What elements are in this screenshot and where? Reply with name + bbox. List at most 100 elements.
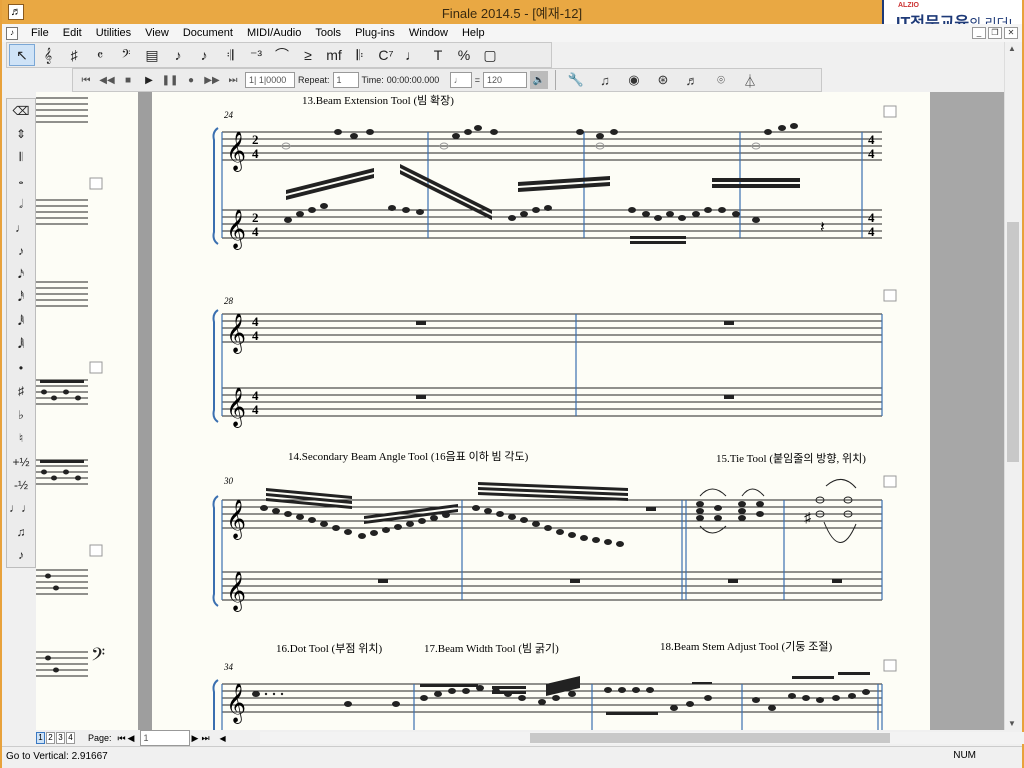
- expression-tool-icon[interactable]: mf: [321, 44, 347, 66]
- quarter-note-icon[interactable]: ♩: [7, 216, 35, 239]
- articulation-tool-icon[interactable]: ≥: [295, 44, 321, 66]
- wrench-icon[interactable]: 🔧: [563, 70, 589, 90]
- lock-icon[interactable]: [883, 105, 897, 118]
- simple-entry-tool-icon[interactable]: ♪: [165, 44, 191, 66]
- speaker-icon[interactable]: 🔈: [529, 71, 548, 89]
- scroll-down-icon[interactable]: ▼: [1008, 719, 1016, 728]
- close-icon[interactable]: ✕: [1004, 27, 1018, 39]
- menu-document[interactable]: Document: [176, 27, 240, 39]
- resize-tool-icon[interactable]: %: [451, 44, 477, 66]
- restore-icon[interactable]: ❐: [988, 27, 1002, 39]
- first-page-icon[interactable]: ⏮: [118, 733, 128, 744]
- time-signature-top: 4: [868, 132, 875, 147]
- tempo-note-select[interactable]: ♩: [449, 72, 472, 88]
- chord-tool-icon[interactable]: C⁷: [373, 44, 399, 66]
- repeat-tool-icon[interactable]: 𝄆: [347, 44, 373, 66]
- lock-icon[interactable]: [883, 475, 897, 488]
- dot-icon[interactable]: •: [7, 356, 35, 379]
- beam-icon[interactable]: ♫: [7, 520, 35, 543]
- text-tool-icon[interactable]: T: [425, 44, 451, 66]
- title-bar[interactable]: ♬ Finale 2014.5 - [예재-12]: [2, 0, 1022, 24]
- mixer-icon[interactable]: ◉: [621, 70, 647, 90]
- measure-tool-icon[interactable]: ▤: [139, 44, 165, 66]
- finale-app-icon[interactable]: ♬: [8, 4, 24, 20]
- studio-icon[interactable]: ⊛: [650, 70, 676, 90]
- scroll-up-icon[interactable]: ▲: [1008, 44, 1016, 53]
- sixteenth-note-icon[interactable]: 𝅘𝅥𝅯: [7, 263, 35, 286]
- lock-icon[interactable]: [883, 289, 897, 302]
- beam-icon[interactable]: ♬: [679, 70, 705, 90]
- tuplet-tool-icon[interactable]: ⁻³: [243, 44, 269, 66]
- menu-file[interactable]: File: [24, 27, 56, 39]
- staff-tool-icon[interactable]: 𝄞: [35, 44, 61, 66]
- vertical-scrollbar[interactable]: ▲ ▼: [1004, 42, 1020, 730]
- half-step-up-icon[interactable]: +½: [7, 450, 35, 473]
- score-document-area[interactable]: 𝄢 13.Beam Extension Tool (빔 확장) 24 𝄞 𝄞 2…: [36, 92, 1004, 730]
- menu-plug-ins[interactable]: Plug-ins: [348, 27, 402, 39]
- rewind-start-icon[interactable]: ⏮: [77, 71, 95, 89]
- half-step-down-icon[interactable]: -½: [7, 473, 35, 496]
- horizontal-scroll-thumb[interactable]: [530, 733, 890, 743]
- menu-help[interactable]: Help: [455, 27, 492, 39]
- selection-tool-icon[interactable]: ↖: [9, 44, 35, 66]
- menu-window[interactable]: Window: [402, 27, 455, 39]
- score-canvas[interactable]: 13.Beam Extension Tool (빔 확장) 24 𝄞 𝄞 2 4…: [152, 92, 930, 730]
- tie-icon[interactable]: ♩♩: [7, 497, 35, 520]
- speedy-entry-tool-icon[interactable]: ♪: [191, 44, 217, 66]
- key-signature-tool-icon[interactable]: ♯: [61, 44, 87, 66]
- play-icon[interactable]: ▶: [140, 71, 158, 89]
- menu-midi-audio[interactable]: MIDI/Audio: [240, 27, 308, 39]
- flat-icon[interactable]: ♭: [7, 403, 35, 426]
- tablet-icon[interactable]: 𝄃: [7, 146, 35, 169]
- page-layout-tool-icon[interactable]: ▢: [477, 44, 503, 66]
- measure-number-28: 28: [224, 296, 234, 306]
- forward-end-icon[interactable]: ⏭: [224, 71, 242, 89]
- measure-counter[interactable]: 1| 1|0000: [245, 72, 295, 88]
- page-number-input[interactable]: 1: [139, 730, 190, 746]
- page-tab[interactable]: 2: [46, 732, 55, 744]
- pause-icon[interactable]: ❚❚: [161, 71, 179, 89]
- metronome-icon[interactable]: ⏃: [737, 70, 763, 90]
- vertical-scroll-thumb[interactable]: [1007, 222, 1019, 462]
- tempo-input[interactable]: 120: [482, 72, 527, 88]
- eraser-icon[interactable]: ⌫: [7, 99, 35, 122]
- next-page-icon[interactable]: ▶: [192, 733, 202, 744]
- natural-icon[interactable]: ♮: [7, 426, 35, 449]
- score-page[interactable]: 13.Beam Extension Tool (빔 확장) 24 𝄞 𝄞 2 4…: [152, 92, 930, 730]
- eighth-note-icon[interactable]: ♪: [7, 239, 35, 262]
- stop-icon[interactable]: ■: [119, 71, 137, 89]
- rewind-icon[interactable]: ◀◀: [98, 71, 116, 89]
- up-down-icon[interactable]: ⇕: [7, 122, 35, 145]
- menu-edit[interactable]: Edit: [56, 27, 89, 39]
- minimize-icon[interactable]: _: [972, 27, 986, 39]
- half-note-icon[interactable]: 𝅗𝅥: [7, 193, 35, 216]
- menu-utilities[interactable]: Utilities: [89, 27, 138, 39]
- page-tab[interactable]: 3: [56, 732, 65, 744]
- lock-icon[interactable]: [883, 659, 897, 672]
- clef-tool-icon[interactable]: 𝄢: [113, 44, 139, 66]
- prev-page-icon[interactable]: ◀: [128, 733, 138, 744]
- repeat-select[interactable]: 1: [332, 72, 359, 88]
- time-signature-tool-icon[interactable]: 𝄴: [87, 44, 113, 66]
- 128th-note-icon[interactable]: 𝅘𝅥𝅲: [7, 333, 35, 356]
- hyperscribe-tool-icon[interactable]: 𝄇: [217, 44, 243, 66]
- lyrics-tool-icon[interactable]: ♩: [399, 44, 425, 66]
- notes-icon[interactable]: ♫: [592, 70, 618, 90]
- horizontal-scrollbar[interactable]: [260, 732, 1024, 744]
- 64th-note-icon[interactable]: 𝅘𝅥𝅱: [7, 310, 35, 333]
- page-tab[interactable]: 1: [36, 732, 45, 744]
- grace-note-icon[interactable]: ♪: [7, 543, 35, 566]
- fast-forward-icon[interactable]: ▶▶: [203, 71, 221, 89]
- 32nd-note-icon[interactable]: 𝅘𝅥𝅰: [7, 286, 35, 309]
- sharp-icon[interactable]: ♯: [7, 380, 35, 403]
- page-tab[interactable]: 4: [66, 732, 75, 744]
- whole-note-icon[interactable]: 𝅝: [7, 169, 35, 192]
- scroll-left-icon[interactable]: ◀: [220, 734, 226, 743]
- last-page-icon[interactable]: ⏭: [202, 733, 212, 744]
- menu-tools[interactable]: Tools: [308, 27, 348, 39]
- special-icon[interactable]: ⌾: [708, 70, 734, 90]
- menu-view[interactable]: View: [138, 27, 176, 39]
- document-icon[interactable]: ♪: [6, 26, 18, 40]
- smart-shape-tool-icon[interactable]: ⌒: [269, 44, 295, 66]
- record-icon[interactable]: ●: [182, 71, 200, 89]
